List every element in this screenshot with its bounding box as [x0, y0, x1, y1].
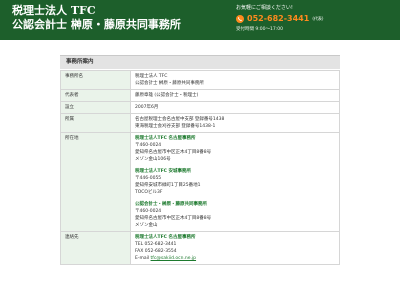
representative-line: 藤原章雄 (公認会計士・税理士): [135, 93, 199, 98]
office-info-table: 事務所名 税理士法人 TFC 公認会計士 榊原・藤原共同事務所 代表者 藤原章雄…: [60, 70, 340, 265]
phone-icon: [236, 15, 244, 23]
row-label: 事務所名: [60, 70, 131, 90]
row-value: 税理士法人 TFC 公認会計士 榊原・藤原共同事務所: [130, 70, 340, 90]
table-row: 所在地 税理士法人TFC 名古屋事務所 〒460-0024 愛知県名古屋市中区正…: [60, 132, 340, 232]
office-name-line: 公認会計士 榊原・藤原共同事務所: [135, 81, 204, 86]
table-row: 所属 名古屋税理士会名古屋中支部 登録番号1438 東海税理士会刈谷支部 登録番…: [60, 113, 340, 133]
table-row: 設立 2007年6月: [60, 101, 340, 114]
office-name-line: 税理士法人 TFC: [135, 74, 168, 79]
address-line: 愛知県名古屋市中区正木4丁目8番8号: [135, 216, 212, 221]
logo-line1[interactable]: 税理士法人 TFC: [12, 4, 96, 18]
row-value: 名古屋税理士会名古屋中支部 登録番号1438 東海税理士会刈谷支部 登録番号14…: [130, 113, 340, 133]
phone-note: (代表): [312, 16, 324, 21]
site-header: 税理士法人 TFC 公認会計士 榊原・藤原共同事務所 お気軽にご相談ください! …: [0, 0, 400, 40]
row-value: 2007年6月: [130, 101, 340, 114]
logo-line2[interactable]: 公認会計士 榊原・藤原共同事務所: [12, 18, 181, 32]
office-heading: 税理士法人TFC 安城事務所: [135, 169, 192, 174]
email-link[interactable]: tfc@sakiid.ocn.ne.jp: [151, 256, 197, 261]
address-line: 愛知県安城市緑町1丁目25番地1: [135, 183, 201, 188]
fax-line: FAX 052-682-3554: [135, 249, 177, 254]
row-label: 設立: [60, 101, 131, 114]
email-prefix: E-mail: [135, 256, 151, 261]
row-label: 所在地: [60, 132, 131, 232]
row-label: 連絡先: [60, 231, 131, 265]
address-line: TOCOビル3F: [135, 190, 163, 195]
row-label: 所属: [60, 113, 131, 133]
address-line: 〒460-0024: [135, 209, 162, 214]
table-row: 代表者 藤原章雄 (公認会計士・税理士): [60, 89, 340, 102]
email-line: E-mail tfc@sakiid.ocn.ne.jp: [135, 255, 335, 262]
phone-number[interactable]: 052-682-3441: [247, 14, 309, 24]
contact-label: お気軽にご相談ください!: [236, 5, 293, 11]
row-value: 藤原章雄 (公認会計士・税理士): [130, 89, 340, 102]
address-line: 〒460-0024: [135, 143, 162, 148]
affiliation-line: 名古屋税理士会名古屋中支部 登録番号1438: [135, 117, 225, 122]
section-title: 事務所案内: [60, 55, 340, 69]
established-line: 2007年6月: [135, 105, 159, 110]
address-line: メゾン金山106号: [135, 157, 171, 162]
affiliation-line: 東海税理士会刈谷支部 登録番号1438-1: [135, 124, 216, 129]
table-row: 連絡先 税理士法人TFC 名古屋事務所 TEL 052-682-3441 FAX…: [60, 231, 340, 265]
office-heading: 税理士法人TFC 名古屋事務所: [135, 136, 196, 141]
row-value: 税理士法人TFC 名古屋事務所 〒460-0024 愛知県名古屋市中区正木4丁目…: [130, 132, 340, 232]
address-line: 〒446-0055: [135, 176, 162, 181]
office-heading: 公認会計士・榊原・藤原共同事務所: [135, 202, 207, 207]
contact-office-heading: 税理士法人TFC 名古屋事務所: [135, 235, 196, 240]
row-value: 税理士法人TFC 名古屋事務所 TEL 052-682-3441 FAX 052…: [130, 231, 340, 265]
address-line: メゾン金山: [135, 223, 158, 228]
row-label: 代表者: [60, 89, 131, 102]
address-line: 愛知県名古屋市中区正木4丁目8番8号: [135, 150, 212, 155]
table-row: 事務所名 税理士法人 TFC 公認会計士 榊原・藤原共同事務所: [60, 70, 340, 90]
phone-row[interactable]: 052-682-3441 (代表): [236, 14, 323, 24]
business-hours: 受付時間 9:00〜17:00: [236, 27, 284, 32]
tel-line: TEL 052-682-3441: [135, 242, 177, 247]
